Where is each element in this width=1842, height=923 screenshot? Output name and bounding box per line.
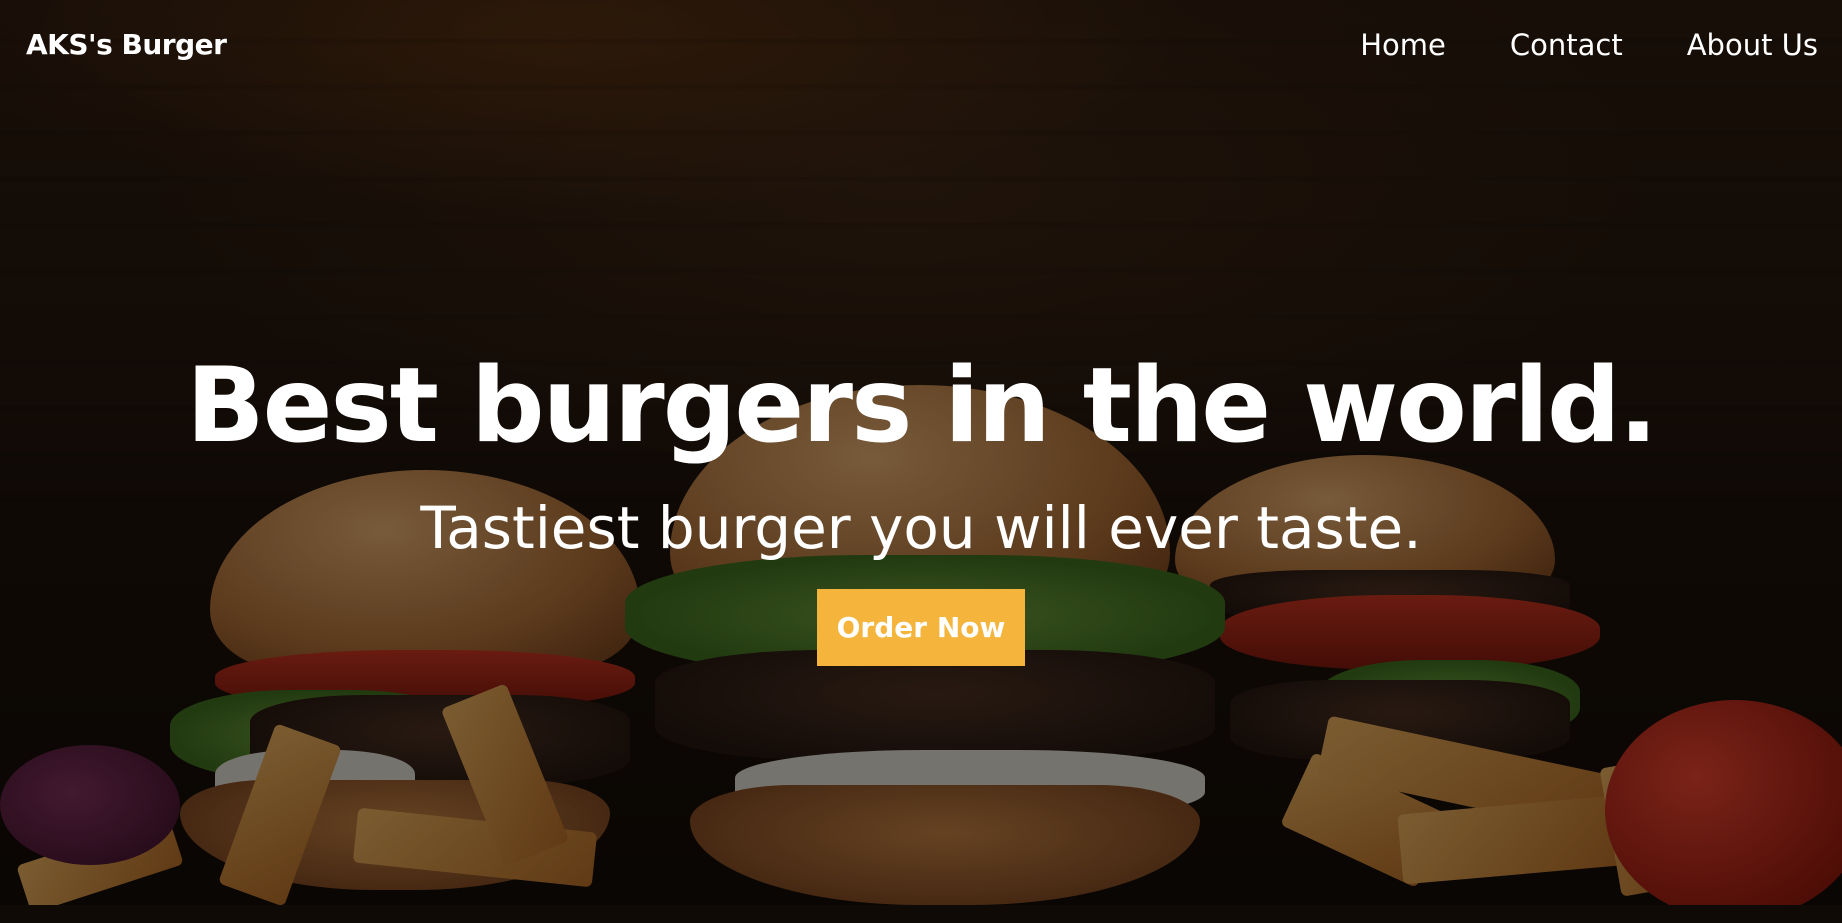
nav-link-contact[interactable]: Contact (1510, 28, 1623, 62)
hero-section: AKS's Burger Home Contact About Us Best … (0, 0, 1842, 923)
nav-link-home[interactable]: Home (1360, 28, 1446, 62)
brand-logo[interactable]: AKS's Burger (26, 28, 227, 61)
hero-subtitle: Tastiest burger you will ever taste. (420, 494, 1422, 563)
hero-content: Best burgers in the world. Tastiest burg… (0, 346, 1842, 667)
order-now-button[interactable]: Order Now (816, 589, 1026, 667)
nav-link-about-us[interactable]: About Us (1687, 28, 1818, 62)
nav-links: Home Contact About Us (1296, 28, 1818, 62)
navbar: AKS's Burger Home Contact About Us (0, 0, 1842, 95)
hero-title: Best burgers in the world. (186, 346, 1658, 466)
